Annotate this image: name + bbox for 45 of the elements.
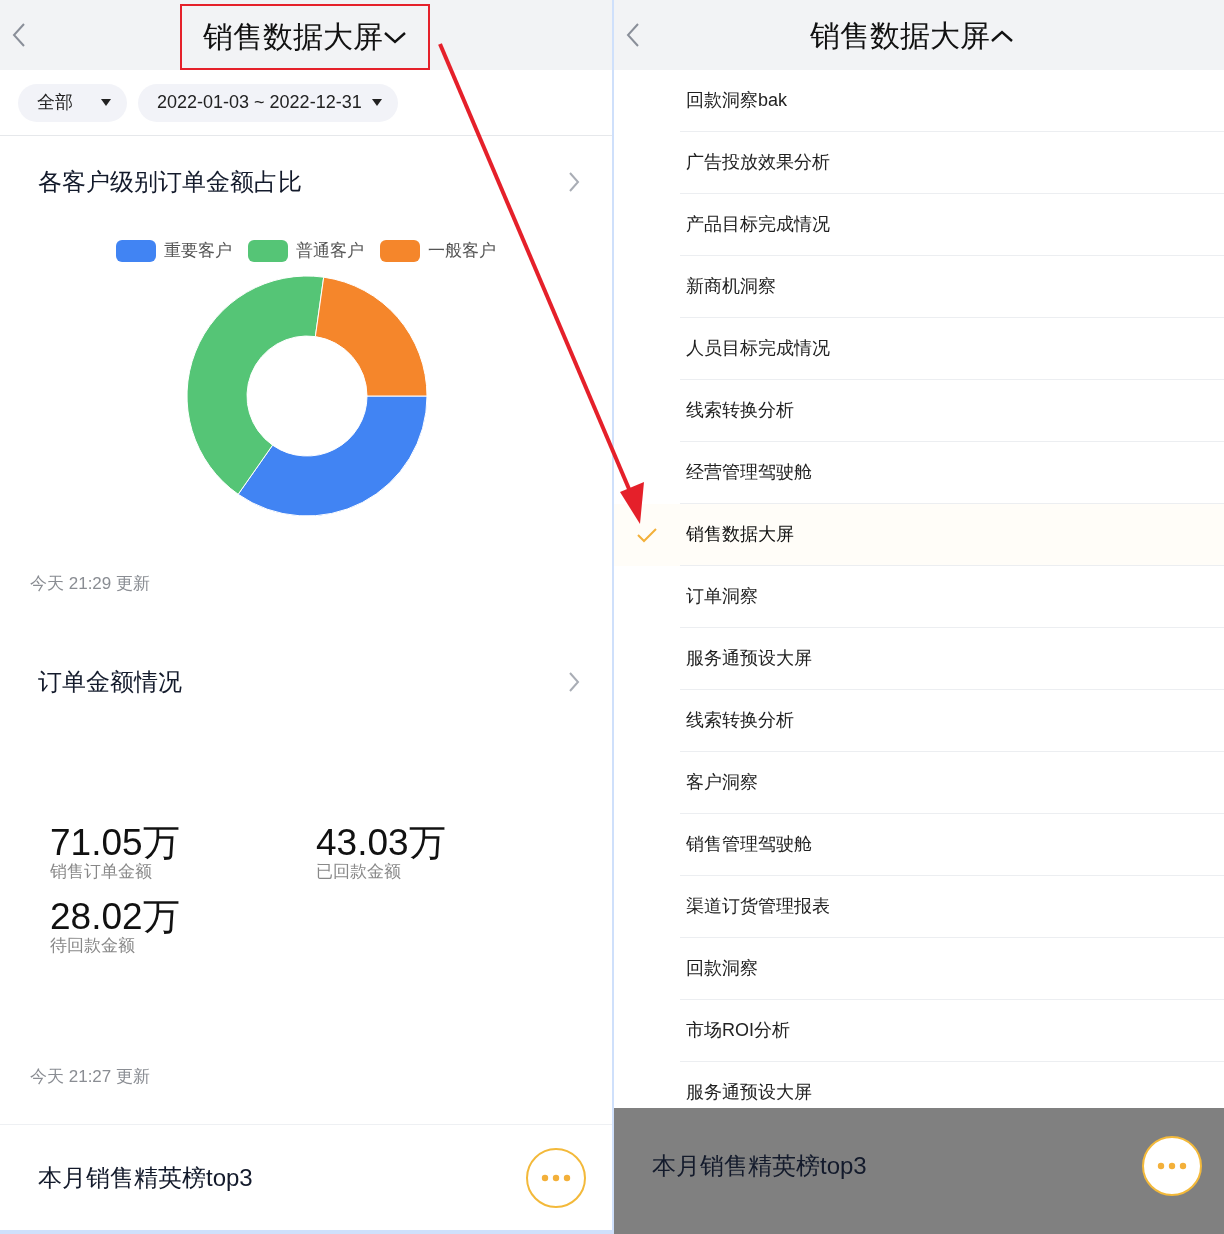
menu-item-label: 线索转换分析 bbox=[686, 399, 794, 422]
metric-value: 71.05万 bbox=[50, 824, 181, 862]
metric-label: 销售订单金额 bbox=[50, 862, 153, 882]
card-title: 本月销售精英榜top3 bbox=[38, 1162, 253, 1193]
card-title: 本月销售精英榜top3 bbox=[652, 1151, 867, 1181]
menu-item-label: 经营管理驾驶舱 bbox=[686, 461, 812, 484]
more-button[interactable] bbox=[1142, 1136, 1202, 1196]
metric-label: 待回款金额 bbox=[50, 936, 136, 956]
legend-label: 重要客户 bbox=[164, 240, 232, 262]
filter-dropdown[interactable]: 2022-01-03 ~ 2022-12-31 bbox=[138, 83, 398, 122]
filter-dropdown[interactable]: 全部 bbox=[18, 83, 127, 122]
menu-item-label: 新商机洞察 bbox=[686, 275, 776, 298]
card-title: 各客户级别订单金额占比 bbox=[38, 167, 302, 197]
menu-item-label: 市场ROI分析 bbox=[686, 1019, 790, 1042]
menu-item-label: 销售管理驾驶舱 bbox=[686, 833, 812, 856]
back-icon[interactable] bbox=[626, 22, 640, 48]
menu-item-label: 产品目标完成情况 bbox=[686, 213, 830, 236]
dropdown-caret-icon bbox=[371, 99, 382, 106]
menu-item-label: 客户洞察 bbox=[686, 771, 758, 794]
menu-item-label: 销售数据大屏 bbox=[686, 523, 794, 546]
chevron-right-icon[interactable] bbox=[568, 671, 580, 693]
menu-item-label: 服务通预设大屏 bbox=[686, 647, 812, 670]
chevron-right-icon[interactable] bbox=[568, 171, 580, 193]
dots-icon bbox=[541, 1173, 571, 1182]
back-icon[interactable] bbox=[12, 22, 26, 48]
menu-item-label: 广告投放效果分析 bbox=[686, 151, 830, 174]
menu-item-label: 订单洞察 bbox=[686, 585, 758, 608]
menu-item-label: 回款洞察bak bbox=[686, 89, 788, 112]
menu-item-label: 人员目标完成情况 bbox=[686, 337, 830, 360]
update-time: 今天 21:29 更新 bbox=[30, 572, 151, 595]
menu-item-label: 服务通预设大屏 bbox=[686, 1081, 812, 1104]
dropdown-caret-icon bbox=[101, 99, 111, 106]
dots-icon bbox=[1157, 1162, 1187, 1170]
metric-value: 28.02万 bbox=[50, 898, 181, 936]
menu-item-label: 回款洞察 bbox=[686, 957, 758, 980]
update-time: 今天 21:27 更新 bbox=[30, 1066, 151, 1088]
metric-label: 已回款金额 bbox=[316, 862, 402, 882]
metric-value: 43.03万 bbox=[316, 824, 447, 862]
check-icon bbox=[637, 527, 657, 543]
legend-label: 一般客户 bbox=[428, 240, 496, 262]
legend-label: 普通客户 bbox=[296, 240, 364, 262]
report-menu-item[interactable]: 销售数据大屏 bbox=[614, 504, 1224, 566]
menu-item-label: 线索转换分析 bbox=[686, 709, 794, 732]
card-title: 订单金额情况 bbox=[38, 667, 182, 697]
menu-item-label: 渠道订货管理报表 bbox=[686, 895, 830, 918]
